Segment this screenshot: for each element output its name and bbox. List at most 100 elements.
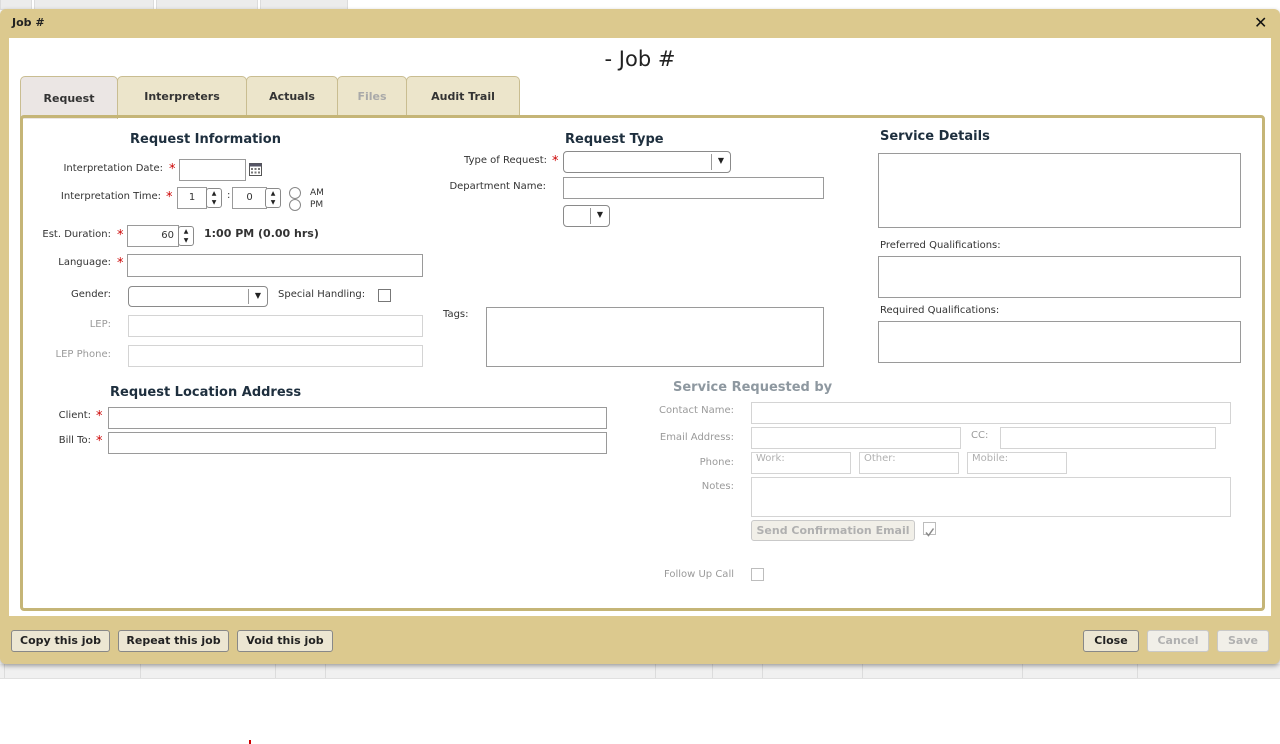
other-phone-input: Other: (859, 452, 959, 474)
contact-name-label: Contact Name: (659, 405, 734, 416)
type-of-request-label: Type of Request: (464, 155, 547, 166)
interpretation-date-label: Interpretation Date: (63, 163, 163, 174)
notes-input (751, 477, 1231, 517)
bill-to-input[interactable] (108, 432, 607, 454)
lep-phone-input (128, 345, 423, 367)
chevron-down-icon: ▼ (248, 289, 267, 304)
gender-value (129, 291, 137, 308)
duration-stepper[interactable]: ▲ ▼ (178, 226, 194, 246)
required-marker: * (96, 409, 103, 424)
cc-label: CC: (971, 430, 989, 441)
send-confirmation-email-button: Send Confirmation Email (751, 520, 915, 541)
tab-actuals[interactable]: Actuals (246, 76, 338, 116)
type-of-request-value (564, 156, 572, 173)
lep-input (128, 315, 423, 337)
type-of-request-select[interactable]: ▼ (563, 151, 731, 173)
mobile-phone-placeholder: Mobile: (972, 453, 1009, 464)
job-dialog: Job # ✕ - Job # Request Interpreters Act… (0, 9, 1280, 664)
department-name-label: Department Name: (449, 181, 546, 192)
tab-audit-trail[interactable]: Audit Trail (406, 76, 520, 116)
required-marker: * (169, 162, 176, 177)
bill-to-label: Bill To: (58, 435, 91, 446)
work-phone-input: Work: (751, 452, 851, 474)
close-icon[interactable]: ✕ (1254, 13, 1267, 32)
hour-stepper[interactable]: ▲ ▼ (206, 188, 222, 208)
end-time-text: 1:00 PM (0.00 hrs) (204, 227, 319, 240)
special-handling-checkbox[interactable] (378, 289, 391, 302)
required-qualifications-input[interactable] (878, 321, 1241, 363)
required-marker: * (117, 228, 124, 243)
copy-job-button[interactable]: Copy this job (11, 630, 110, 652)
gender-select[interactable]: ▼ (128, 286, 268, 307)
follow-up-call-checkbox (751, 568, 764, 581)
client-input[interactable] (108, 407, 607, 429)
save-button: Save (1217, 630, 1269, 652)
preferred-qualifications-input[interactable] (878, 256, 1241, 298)
dialog-content: - Job # Request Interpreters Actuals Fil… (9, 38, 1271, 616)
department-extra-value (564, 210, 572, 227)
job-heading: - Job # (604, 47, 676, 71)
tags-input[interactable] (486, 307, 824, 367)
email-address-label: Email Address: (659, 432, 734, 443)
service-details-input[interactable] (878, 153, 1241, 228)
cc-input (1000, 427, 1216, 449)
tags-label: Tags: (443, 309, 469, 320)
service-details-heading: Service Details (880, 129, 990, 144)
lep-phone-label: LEP Phone: (55, 349, 111, 360)
cancel-button: Cancel (1147, 630, 1209, 652)
am-label: AM (310, 188, 324, 198)
request-information-heading: Request Information (130, 132, 281, 147)
pm-label: PM (310, 200, 324, 210)
tab-interpreters[interactable]: Interpreters (117, 76, 247, 116)
hour-input[interactable]: 1 (177, 187, 207, 209)
lep-label: LEP: (89, 319, 111, 330)
other-phone-placeholder: Other: (864, 453, 896, 464)
interpretation-date-input[interactable] (179, 159, 246, 181)
request-location-heading: Request Location Address (110, 385, 302, 400)
am-radio[interactable] (289, 187, 301, 199)
gender-label: Gender: (70, 289, 111, 300)
minute-stepper[interactable]: ▲ ▼ (265, 188, 281, 208)
phone-label: Phone: (699, 457, 734, 468)
language-label: Language: (58, 257, 111, 268)
required-marker: * (117, 256, 124, 271)
request-type-heading: Request Type (565, 132, 664, 147)
required-qualifications-label: Required Qualifications: (880, 305, 1000, 316)
chevron-down-icon: ▼ (590, 208, 609, 224)
send-confirmation-email-checkbox (923, 522, 936, 537)
close-button[interactable]: Close (1083, 630, 1139, 652)
pm-radio[interactable] (289, 199, 301, 211)
client-label: Client: (58, 410, 91, 421)
chevron-down-icon: ▼ (711, 154, 730, 170)
email-address-input (751, 427, 961, 449)
checkmark-icon (925, 528, 935, 537)
required-marker: * (96, 434, 103, 449)
language-input[interactable] (127, 254, 423, 277)
time-separator: : (227, 190, 231, 201)
repeat-job-button[interactable]: Repeat this job (118, 630, 229, 652)
background-required-marker (249, 740, 251, 744)
contact-name-input (751, 402, 1231, 424)
calendar-icon[interactable] (249, 163, 262, 176)
work-phone-placeholder: Work: (756, 453, 785, 464)
special-handling-label: Special Handling: (278, 289, 366, 300)
est-duration-label: Est. Duration: (42, 229, 111, 240)
interpretation-time-label: Interpretation Time: (60, 191, 161, 202)
duration-input[interactable]: 60 (127, 225, 179, 247)
required-marker: * (552, 154, 559, 169)
dialog-title: Job # (12, 16, 45, 29)
minute-input[interactable]: 0 (232, 187, 267, 209)
required-marker: * (166, 190, 173, 205)
preferred-qualifications-label: Preferred Qualifications: (880, 240, 1001, 251)
void-job-button[interactable]: Void this job (237, 630, 333, 652)
tab-files: Files (337, 76, 407, 116)
tab-request[interactable]: Request (20, 76, 118, 119)
mobile-phone-input: Mobile: (967, 452, 1067, 474)
service-requested-by-heading: Service Requested by (673, 380, 833, 395)
notes-label: Notes: (701, 481, 734, 492)
background-grid-header (0, 664, 1280, 679)
follow-up-call-label: Follow Up Call (663, 569, 734, 580)
department-name-input[interactable] (563, 177, 824, 199)
dialog-titlebar[interactable]: Job # ✕ (0, 9, 1280, 37)
department-extra-select[interactable]: ▼ (563, 205, 610, 227)
